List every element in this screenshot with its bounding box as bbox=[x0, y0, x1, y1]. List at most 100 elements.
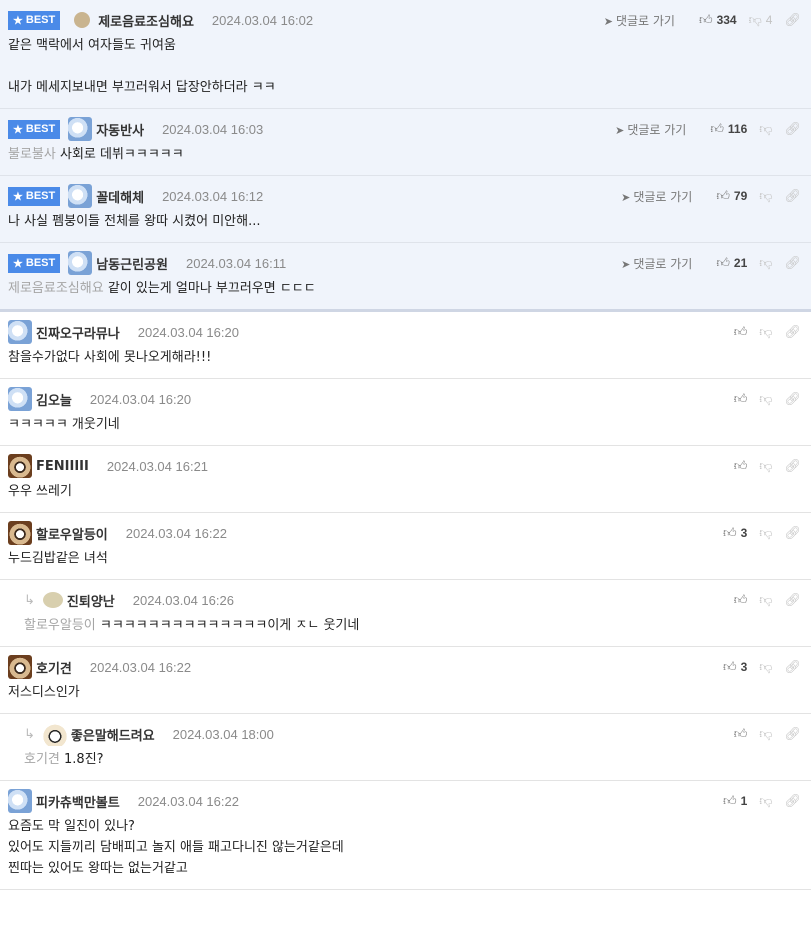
mentioned-user[interactable]: 제로음료조심해요 bbox=[8, 281, 104, 296]
link-icon: 🔗︎ bbox=[784, 726, 801, 742]
downvote-button[interactable]: 👎︎ bbox=[759, 526, 772, 541]
comment-body: 우우 쓰레기 bbox=[8, 481, 811, 502]
copy-link-button[interactable]: 🔗︎ bbox=[784, 325, 801, 340]
link-icon: 🔗︎ bbox=[784, 12, 801, 28]
comment-text: 나 사실 펨붕이들 전체를 왕따 시켰어 미안해... bbox=[8, 214, 261, 229]
author-nickname[interactable]: 호기견 bbox=[36, 658, 72, 677]
copy-link-button[interactable]: 🔗︎ bbox=[784, 256, 801, 271]
avatar[interactable] bbox=[8, 521, 32, 545]
comment-actions: 👍︎ 👎︎ 🔗︎ bbox=[722, 593, 801, 608]
reply-arrow-icon: ↳ bbox=[24, 592, 35, 608]
downvote-button[interactable]: 👎︎ bbox=[759, 392, 772, 407]
comment-header: 피카츄백만볼트 2024.03.04 16:22 👍︎ 1 👎︎ 🔗︎ bbox=[8, 789, 811, 813]
copy-link-button[interactable]: 🔗︎ bbox=[784, 459, 801, 474]
mentioned-user[interactable]: 호기견 bbox=[24, 752, 60, 767]
author-nickname[interactable]: 좋은말해드려요 bbox=[71, 725, 155, 744]
author-nickname[interactable]: 김오늘 bbox=[36, 390, 72, 409]
upvote-button[interactable]: 👍︎ 3 bbox=[723, 526, 747, 541]
author-nickname[interactable]: 꼴데해체 bbox=[96, 187, 144, 206]
link-icon: 🔗︎ bbox=[784, 793, 801, 809]
upvote-button[interactable]: 👍︎ 79 bbox=[716, 189, 747, 204]
avatar[interactable] bbox=[68, 251, 93, 275]
mentioned-user[interactable]: 불로불사 bbox=[8, 147, 56, 162]
downvote-button[interactable]: 👎︎ bbox=[759, 459, 772, 474]
comment-text: 참을수가없다 사회에 못나오게해라!!! bbox=[8, 350, 212, 365]
comment-body: 할로우알등이 ㅋㅋㅋㅋㅋㅋㅋㅋㅋㅋㅋㅋㅋㅋ이게 ㅈㄴ 웃기네 bbox=[24, 615, 811, 636]
avatar[interactable] bbox=[8, 454, 32, 478]
copy-link-button[interactable]: 🔗︎ bbox=[784, 122, 801, 137]
downvote-button[interactable]: 👎︎ bbox=[759, 727, 772, 742]
thumbs-up-icon: 👍︎ bbox=[733, 592, 748, 608]
avatar[interactable] bbox=[8, 789, 32, 813]
comment-actions: 👍︎ 👎︎ 🔗︎ bbox=[722, 325, 801, 340]
avatar[interactable] bbox=[68, 184, 93, 208]
upvote-button[interactable]: 👍︎ bbox=[734, 459, 748, 474]
copy-link-button[interactable]: 🔗︎ bbox=[784, 392, 801, 407]
downvote-button[interactable]: 👎︎ bbox=[759, 189, 772, 204]
downvote-button[interactable]: 👎︎ bbox=[759, 325, 772, 340]
goto-comment-link[interactable]: ➤ 댓글로 가기 bbox=[604, 12, 675, 29]
downvote-button[interactable]: 👎︎ bbox=[759, 256, 772, 271]
upvote-button[interactable]: 👍︎ 21 bbox=[716, 256, 747, 271]
upvote-button[interactable]: 👍︎ bbox=[734, 392, 748, 407]
goto-comment-link[interactable]: ➤ 댓글로 가기 bbox=[621, 255, 692, 272]
thumbs-up-icon: 👍︎ bbox=[723, 525, 737, 541]
copy-link-button[interactable]: 🔗︎ bbox=[784, 526, 801, 541]
thumbs-down-icon: 👎︎ bbox=[748, 12, 762, 28]
downvote-button[interactable]: 👎︎ bbox=[759, 660, 772, 675]
upvote-count: 3 bbox=[740, 660, 748, 674]
downvote-button[interactable]: 👎︎ bbox=[759, 794, 772, 809]
comment-list: ★ BEST 제로음료조심해요 2024.03.04 16:02 ➤ 댓글로 가기 👍︎ 33… bbox=[0, 0, 811, 890]
comment-body: 참을수가없다 사회에 못나오게해라!!! bbox=[8, 347, 811, 368]
goto-comment-link[interactable]: ➤ 댓글로 가기 bbox=[621, 188, 692, 205]
upvote-button[interactable]: 👍︎ bbox=[734, 325, 748, 340]
avatar[interactable] bbox=[8, 655, 32, 679]
author-nickname[interactable]: 피카츄백만볼트 bbox=[36, 792, 120, 811]
comment-date: 2024.03.04 16:22 bbox=[89, 659, 192, 675]
downvote-button[interactable]: 👎︎ bbox=[759, 593, 772, 608]
upvote-button[interactable]: 👍︎ bbox=[734, 727, 748, 742]
avatar[interactable] bbox=[8, 387, 32, 411]
thumbs-down-icon: 👎︎ bbox=[759, 726, 773, 742]
upvote-button[interactable]: 👍︎ 1 bbox=[723, 794, 747, 809]
downvote-button[interactable]: 👎︎ bbox=[759, 122, 772, 137]
reply-arrow-icon: ↳ bbox=[24, 726, 35, 742]
author-nickname[interactable]: 진퇴양난 bbox=[67, 591, 115, 610]
comment-actions: 👍︎ 👎︎ 🔗︎ bbox=[722, 392, 801, 407]
comment-date: 2024.03.04 16:22 bbox=[137, 793, 239, 809]
avatar[interactable] bbox=[68, 117, 93, 141]
mentioned-user[interactable]: 할로우알등이 bbox=[24, 618, 96, 633]
thumbs-down-icon: 👎︎ bbox=[759, 458, 773, 474]
author-nickname[interactable]: 할로우알등이 bbox=[36, 524, 108, 543]
author-nickname[interactable]: 제로음료조심해요 bbox=[98, 11, 194, 30]
goto-comment-link[interactable]: ➤ 댓글로 가기 bbox=[615, 121, 686, 138]
comment-actions: ➤ 댓글로 가기 👍︎ 116 👎︎ 🔗︎ bbox=[615, 121, 801, 138]
copy-link-button[interactable]: 🔗︎ bbox=[784, 660, 801, 675]
author-nickname[interactable]: 진짜오구라뮤나 bbox=[36, 323, 120, 342]
copy-link-button[interactable]: 🔗︎ bbox=[784, 593, 801, 608]
copy-link-button[interactable]: 🔗︎ bbox=[784, 13, 801, 28]
upvote-button[interactable]: 👍︎ 116 bbox=[710, 122, 747, 137]
goto-label: 댓글로 가기 bbox=[633, 256, 693, 271]
comment-date: 2024.03.04 16:03 bbox=[162, 121, 264, 137]
author-nickname[interactable]: 남동근린공원 bbox=[96, 254, 168, 273]
upvote-button[interactable]: 👍︎ 334 bbox=[699, 13, 737, 28]
comment-text: 요즘도 막 일진이 있나? 있어도 지들끼리 담배피고 놀지 애들 패고다니진 … bbox=[8, 819, 344, 876]
avatar[interactable] bbox=[42, 722, 67, 746]
author-nickname[interactable]: 자동반사 bbox=[96, 120, 144, 139]
avatar[interactable] bbox=[8, 320, 32, 344]
comment-body: 요즘도 막 일진이 있나? 있어도 지들끼리 담배피고 놀지 애들 패고다니진 … bbox=[8, 816, 811, 879]
upvote-button[interactable]: 👍︎ bbox=[734, 593, 748, 608]
copy-link-button[interactable]: 🔗︎ bbox=[784, 727, 801, 742]
copy-link-button[interactable]: 🔗︎ bbox=[784, 794, 801, 809]
thumbs-up-icon: 👍︎ bbox=[733, 324, 748, 340]
copy-link-button[interactable]: 🔗︎ bbox=[784, 189, 801, 204]
best-label: BEST bbox=[25, 123, 56, 135]
link-icon: 🔗︎ bbox=[784, 255, 801, 271]
downvote-button[interactable]: 👎︎ 4 bbox=[749, 13, 773, 28]
avatar[interactable] bbox=[74, 12, 91, 28]
thumbs-down-icon: 👎︎ bbox=[759, 592, 773, 608]
upvote-button[interactable]: 👍︎ 3 bbox=[723, 660, 747, 675]
author-nickname[interactable]: FENIIIII bbox=[36, 459, 89, 474]
avatar[interactable] bbox=[42, 592, 63, 608]
